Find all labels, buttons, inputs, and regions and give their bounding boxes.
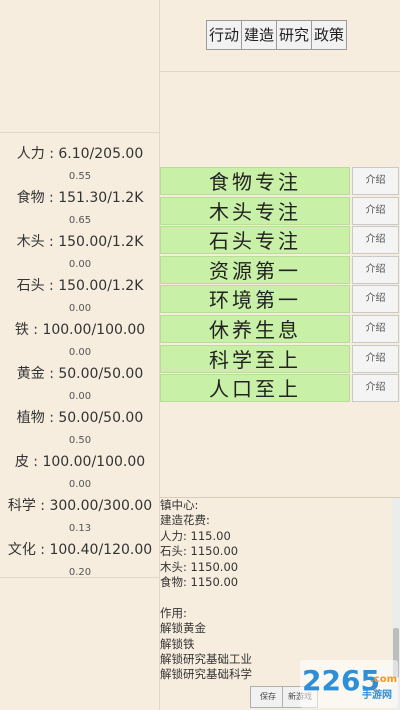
policy-row: 人口至上 介绍: [160, 374, 400, 403]
policy-button[interactable]: 石头专注: [160, 226, 350, 255]
logo-site-name: 手游网: [362, 688, 392, 701]
resource-item: 植物 : 50.00/50.00 0.50: [0, 407, 160, 446]
intro-button[interactable]: 介绍: [352, 196, 399, 225]
resource-item: 文化 : 100.40/120.00 0.20: [0, 539, 160, 578]
resource-item: 木头 : 150.00/1.2K 0.00: [0, 231, 160, 270]
resource-rate: 0.65: [68, 215, 92, 226]
intro-button[interactable]: 介绍: [352, 255, 399, 284]
tab-action[interactable]: 行动: [206, 20, 242, 50]
tab-research[interactable]: 研究: [277, 20, 312, 50]
policy-row: 木头专注 介绍: [160, 196, 400, 225]
resource-rate: 0.50: [68, 435, 92, 446]
resource-rate: 0.13: [68, 523, 92, 534]
resource-item: 铁 : 100.00/100.00 0.00: [0, 319, 160, 358]
resource-rate: 0.00: [68, 303, 92, 314]
resource-rate: 0.00: [68, 347, 92, 358]
policy-row: 环境第一 介绍: [160, 285, 400, 314]
info-text: 镇中心: 建造花费: 人力: 115.00 石头: 1150.00 木头: 11…: [160, 498, 392, 683]
tab-build[interactable]: 建造: [242, 20, 277, 50]
info-line: 石头: 1150.00: [160, 544, 239, 559]
policy-button[interactable]: 休养生息: [160, 315, 350, 343]
policy-row: 食物专注 介绍: [160, 167, 400, 195]
resource-label: 人力 : 6.10/205.00: [16, 146, 144, 162]
info-line: 解锁黄金: [160, 621, 206, 636]
tab-bar: 行动 建造 研究 政策: [160, 0, 400, 72]
info-line: 镇中心:: [160, 498, 199, 512]
save-button[interactable]: 保存: [250, 686, 286, 708]
intro-button[interactable]: 介绍: [352, 344, 399, 373]
intro-button[interactable]: 介绍: [352, 167, 399, 195]
site-logo: 2265 .com 手游网: [300, 660, 398, 708]
policy-button[interactable]: 人口至上: [160, 374, 350, 403]
policy-row: 科学至上 介绍: [160, 344, 400, 373]
policy-row: 资源第一 介绍: [160, 255, 400, 284]
info-line: 作用:: [160, 605, 187, 620]
resource-label: 木头 : 150.00/1.2K: [16, 234, 144, 250]
resource-item: 皮 : 100.00/100.00 0.00: [0, 451, 160, 490]
resource-rate: 0.00: [68, 479, 92, 490]
resource-panel: 人力 : 6.10/205.00 0.55 食物 : 151.30/1.2K 0…: [0, 133, 160, 578]
policy-row: 石头专注 介绍: [160, 226, 400, 255]
resource-item: 食物 : 151.30/1.2K 0.65: [0, 187, 160, 226]
info-line: 人力: 115.00: [160, 528, 231, 543]
policy-button[interactable]: 环境第一: [160, 285, 350, 314]
intro-button[interactable]: 介绍: [352, 226, 399, 255]
resource-rate: 0.55: [68, 171, 92, 182]
resource-label: 文化 : 100.40/120.00: [7, 542, 153, 558]
info-line: [160, 590, 392, 605]
logo-suffix: .com: [370, 674, 397, 685]
resource-label: 食物 : 151.30/1.2K: [16, 190, 144, 206]
resource-label: 科学 : 300.00/300.00: [7, 498, 153, 514]
left-bottom-panel: [0, 578, 160, 710]
resource-label: 铁 : 100.00/100.00: [14, 322, 146, 338]
intro-button[interactable]: 介绍: [352, 374, 399, 403]
intro-button[interactable]: 介绍: [352, 285, 399, 314]
resource-label: 黄金 : 50.00/50.00: [16, 366, 144, 382]
resource-label: 植物 : 50.00/50.00: [16, 410, 144, 426]
resource-label: 石头 : 150.00/1.2K: [16, 278, 144, 294]
info-line: 食物: 1150.00: [160, 574, 239, 589]
info-line: 解锁铁: [160, 636, 195, 651]
resource-item: 石头 : 150.00/1.2K 0.00: [0, 275, 160, 314]
info-line: 建造花费:: [160, 513, 210, 528]
policy-button[interactable]: 食物专注: [160, 167, 350, 195]
policy-button[interactable]: 科学至上: [160, 344, 350, 373]
left-top-panel: [0, 0, 160, 133]
policy-button[interactable]: 木头专注: [160, 196, 350, 225]
resource-item: 人力 : 6.10/205.00 0.55: [0, 143, 160, 182]
info-line: 木头: 1150.00: [160, 559, 239, 574]
tab-policy[interactable]: 政策: [312, 20, 347, 50]
resource-item: 黄金 : 50.00/50.00 0.00: [0, 363, 160, 402]
resource-item: 科学 : 300.00/300.00 0.13: [0, 495, 160, 534]
intro-button[interactable]: 介绍: [352, 315, 399, 343]
policy-list: 食物专注 介绍 木头专注 介绍 石头专注 介绍 资源第一 介绍 环境第一 介绍 …: [160, 72, 400, 497]
resource-rate: 0.20: [68, 567, 92, 578]
policy-row: 休养生息 介绍: [160, 315, 400, 343]
resource-label: 皮 : 100.00/100.00: [14, 454, 146, 470]
resource-rate: 0.00: [68, 259, 92, 270]
policy-button[interactable]: 资源第一: [160, 255, 350, 284]
resource-rate: 0.00: [68, 391, 92, 402]
